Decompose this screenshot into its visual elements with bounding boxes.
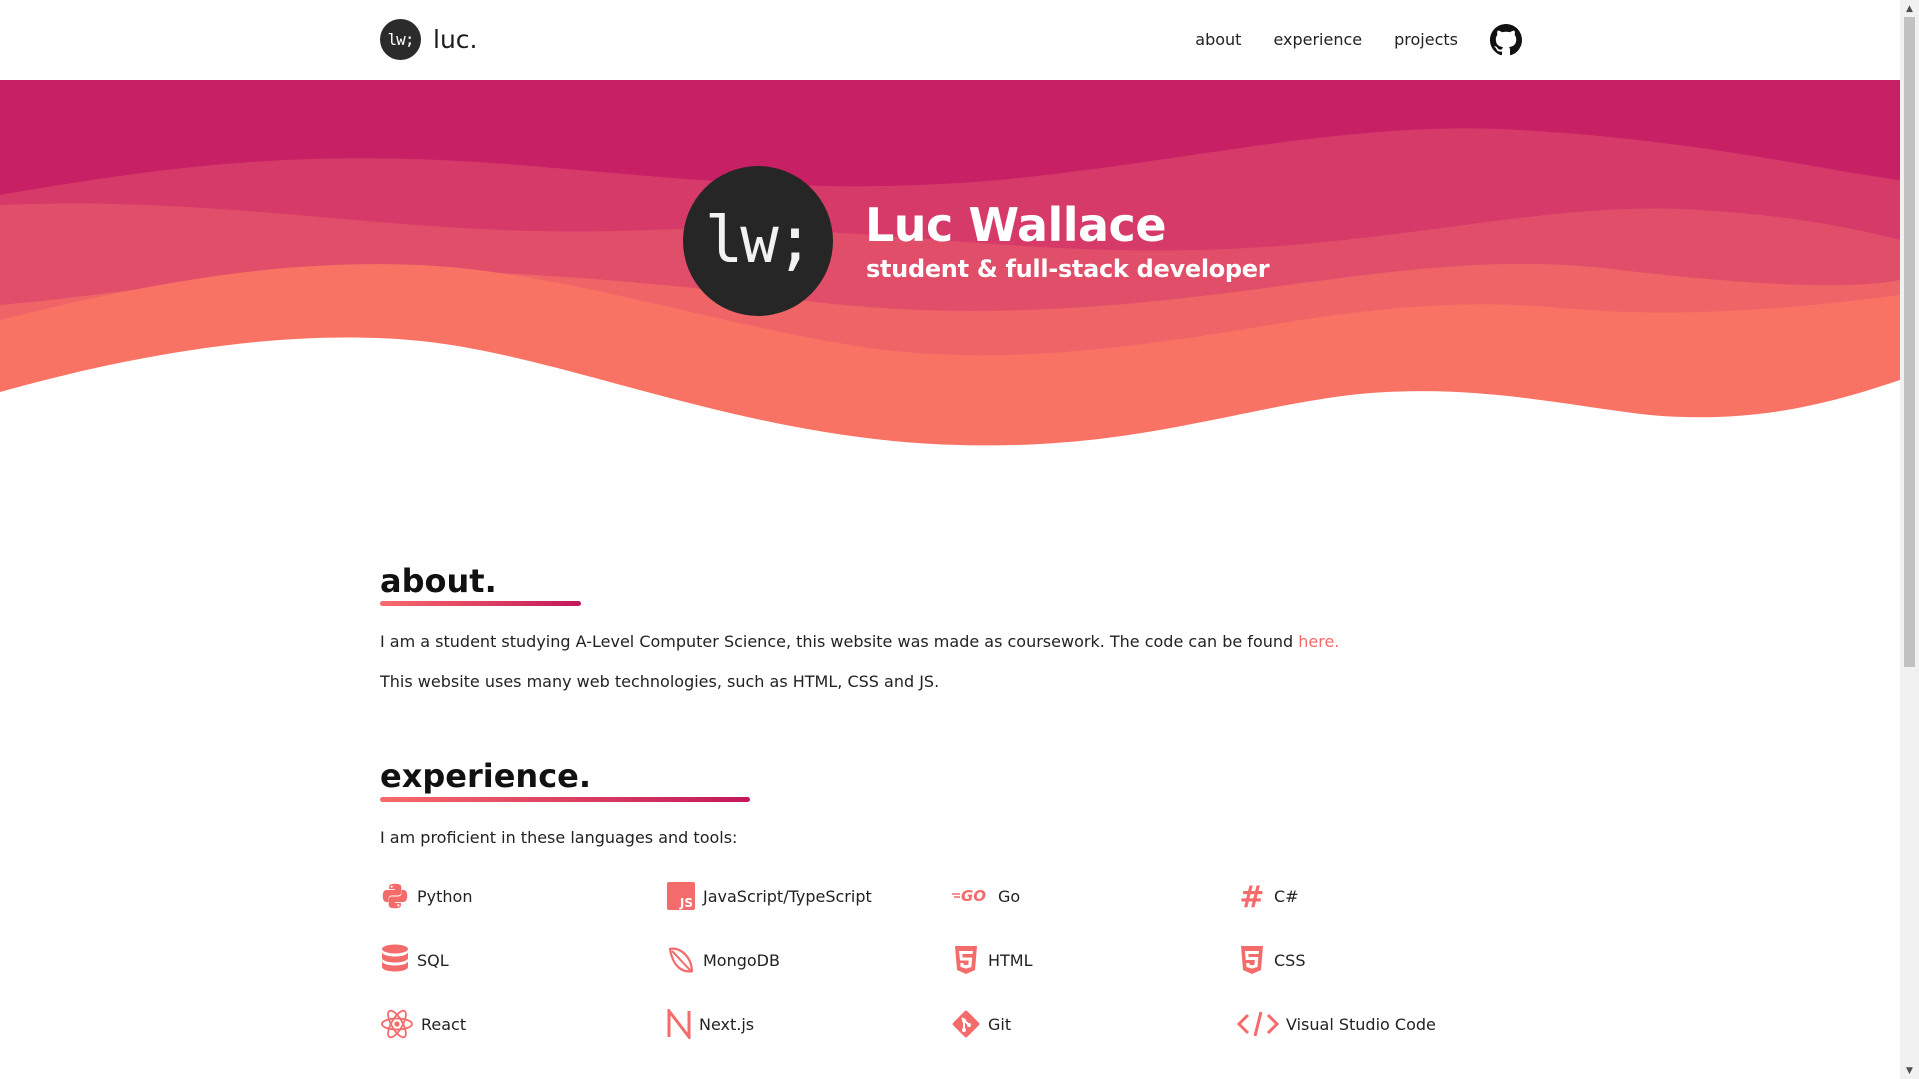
about-paragraph-1: I am a student studying A-Level Computer…: [380, 632, 1339, 651]
skill-item: CSS: [1237, 944, 1305, 976]
skill-label: Python: [417, 886, 473, 906]
nextjs-icon: [666, 1009, 692, 1039]
skill-label: CSS: [1274, 950, 1306, 970]
brand-name: luc.: [433, 25, 478, 54]
javascript-icon: JS: [666, 881, 696, 911]
skill-label: JavaScript/TypeScript: [703, 886, 872, 906]
skill-label: Next.js: [699, 1014, 755, 1034]
scroll-down-arrow-icon[interactable]: ▼: [1900, 1062, 1919, 1079]
skill-item: MongoDB: [666, 944, 780, 976]
css3-icon: [1237, 945, 1267, 975]
nav-link-projects[interactable]: projects: [1394, 22, 1458, 58]
skill-label: React: [421, 1014, 467, 1034]
hero-subtitle: student & full-stack developer: [866, 255, 1270, 283]
nav-link-experience[interactable]: experience: [1273, 22, 1362, 58]
about-text-1: I am a student studying A-Level Computer…: [380, 632, 1299, 651]
skill-item: Visual Studio Code: [1237, 1008, 1436, 1040]
skill-item: # C#: [1237, 880, 1299, 912]
skill-item: Python: [380, 880, 472, 912]
skill-item: HTML: [951, 944, 1033, 976]
skill-item: JS JavaScript/TypeScript: [666, 880, 872, 912]
scrollbar-thumb[interactable]: [1904, 17, 1915, 667]
experience-title: experience.: [380, 757, 592, 795]
mongodb-leaf-icon: [666, 945, 696, 975]
skill-label: SQL: [417, 950, 449, 970]
about-title: about.: [380, 562, 497, 600]
skill-item: GO Go: [951, 880, 1020, 912]
html5-icon: [951, 945, 981, 975]
hero-avatar: lw;: [683, 166, 833, 316]
skill-label: Go: [998, 886, 1021, 906]
page: lw; luc. about experience projects lw; L…: [0, 0, 1919, 1079]
skill-label: C#: [1274, 886, 1299, 906]
hero-name: Luc Wallace: [865, 198, 1167, 252]
nav-link-about[interactable]: about: [1195, 22, 1241, 58]
skill-label: Visual Studio Code: [1286, 1014, 1436, 1034]
skill-item: React: [380, 1008, 466, 1040]
csharp-icon: #: [1237, 881, 1267, 911]
about-paragraph-2: This website uses many web technologies,…: [380, 672, 940, 691]
brand-logo: lw;: [380, 19, 421, 60]
nav-links: about experience projects: [1163, 22, 1522, 58]
code-icon: [1237, 1009, 1279, 1039]
skill-item: Git: [951, 1008, 1011, 1040]
scrollbar[interactable]: ▲ ▼: [1900, 0, 1919, 1079]
github-icon: [1490, 24, 1522, 56]
react-icon: [380, 1009, 414, 1039]
skill-label: Git: [988, 1014, 1012, 1034]
scroll-up-arrow-icon[interactable]: ▲: [1900, 0, 1919, 17]
skill-label: MongoDB: [703, 950, 780, 970]
python-icon: [380, 881, 410, 911]
skill-label: HTML: [988, 950, 1033, 970]
svg-text:GO: GO: [961, 887, 986, 905]
database-icon: [380, 944, 410, 975]
experience-intro: I am proficient in these languages and t…: [380, 828, 738, 847]
experience-underline: [380, 797, 750, 802]
skill-item: SQL: [380, 944, 449, 976]
skill-item: Next.js: [666, 1008, 754, 1040]
about-underline: [380, 601, 581, 606]
hero-banner: lw; Luc Wallace student & full-stack dev…: [0, 80, 1900, 460]
svg-text:#: #: [1239, 881, 1264, 911]
source-code-link[interactable]: here.: [1298, 632, 1339, 651]
svg-text:JS: JS: [679, 896, 693, 910]
navbar: lw; luc. about experience projects: [0, 0, 1900, 80]
brand-home-link[interactable]: lw; luc.: [380, 19, 477, 60]
go-icon: GO: [951, 881, 991, 911]
github-link[interactable]: [1490, 24, 1522, 56]
git-icon: [951, 1009, 981, 1039]
